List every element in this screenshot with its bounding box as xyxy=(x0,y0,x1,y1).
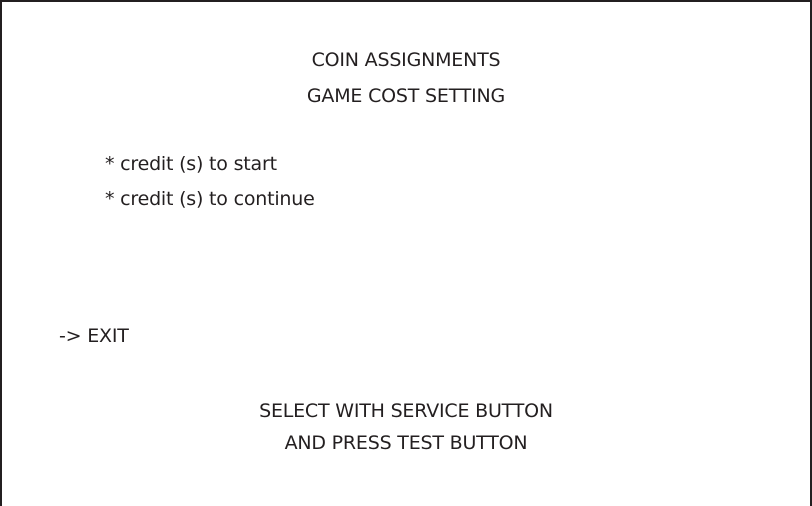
exit-label: EXIT xyxy=(87,325,129,347)
menu-subtitle: GAME COST SETTING xyxy=(306,85,506,107)
menu-item-exit[interactable]: -> EXIT xyxy=(59,324,129,348)
service-menu-screen: COIN ASSIGNMENTS GAME COST SETTING * cre… xyxy=(0,0,812,506)
menu-item-credits-to-start[interactable]: * credit (s) to start xyxy=(105,152,277,176)
selection-cursor-arrow: -> xyxy=(59,325,82,347)
menu-title: COIN ASSIGNMENTS xyxy=(311,49,501,71)
menu-item-credits-to-continue[interactable]: * credit (s) to continue xyxy=(105,187,315,211)
instructions-line-1: SELECT WITH SERVICE BUTTON xyxy=(259,400,553,422)
instructions-line-2: AND PRESS TEST BUTTON xyxy=(284,432,528,454)
